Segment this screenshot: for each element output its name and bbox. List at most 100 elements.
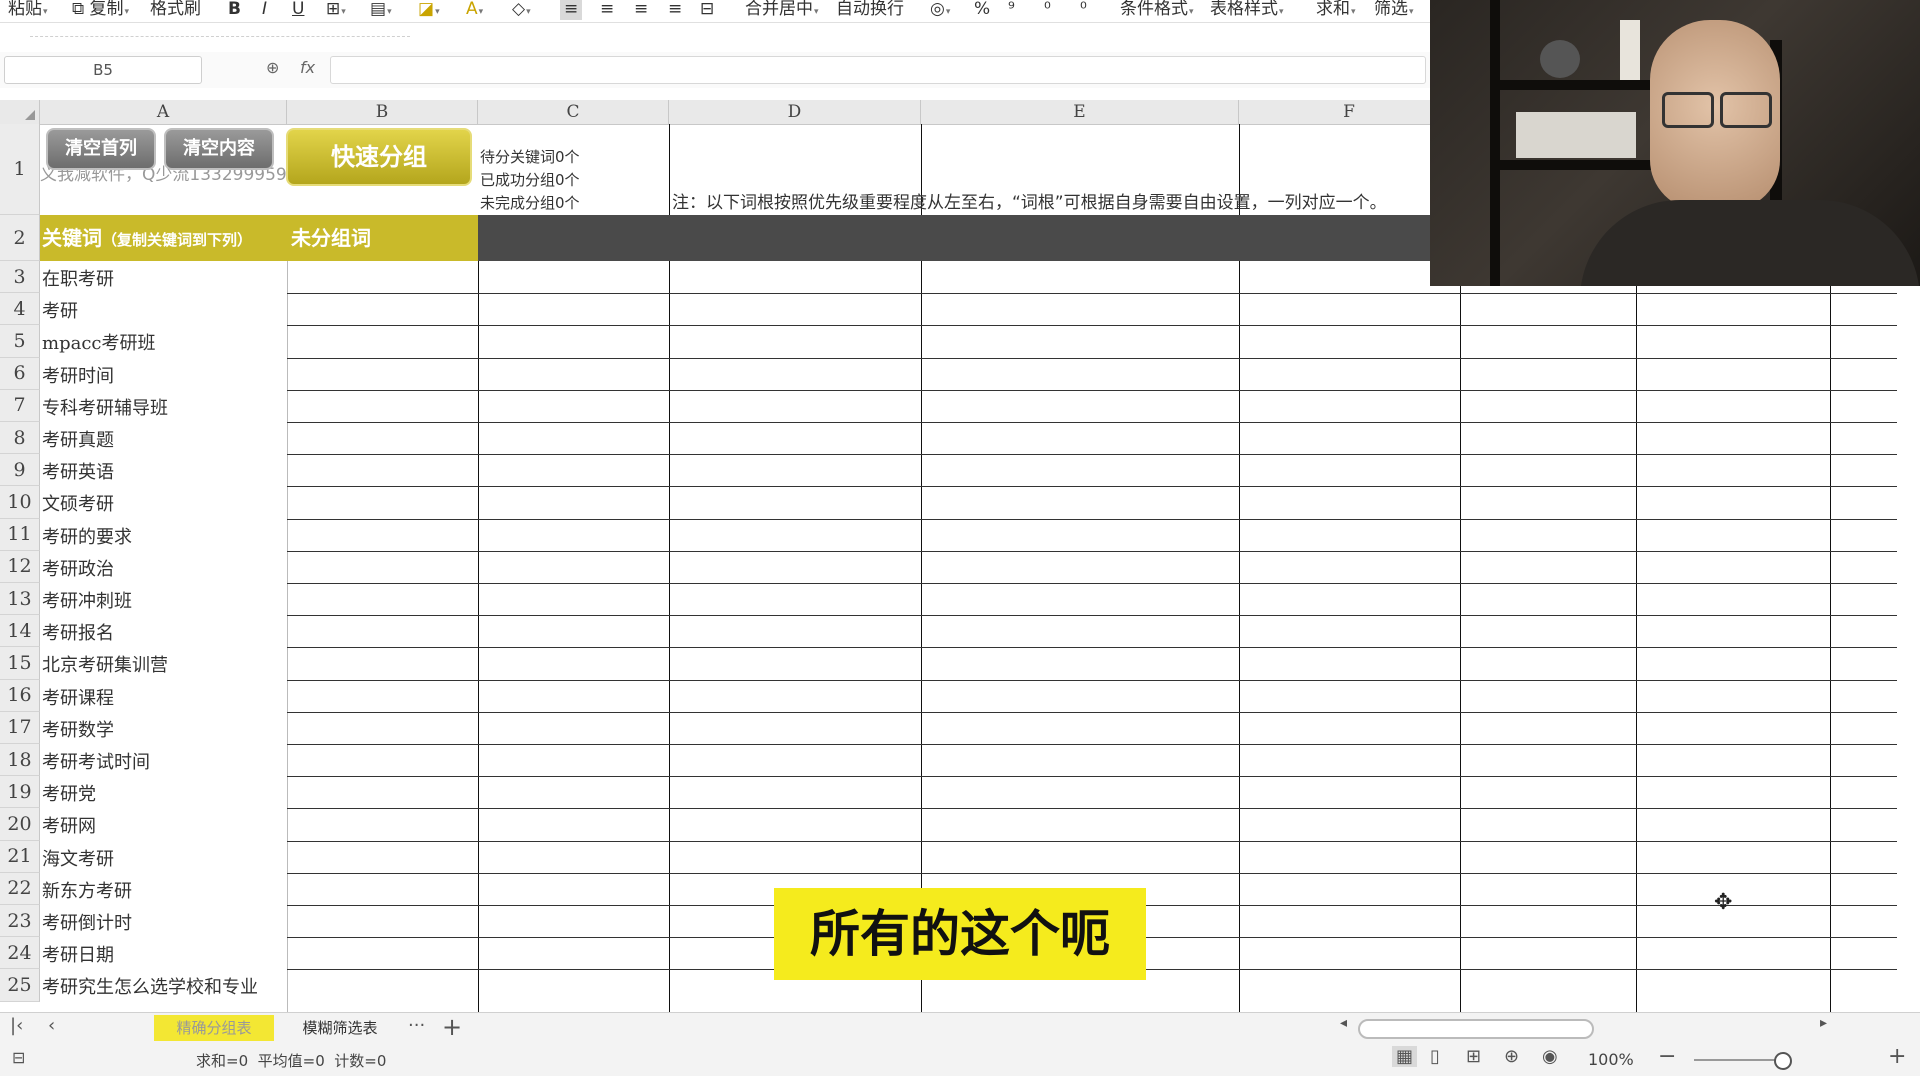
formula-input[interactable]	[330, 56, 1426, 84]
keyword-cell[interactable]: 考研报名	[42, 619, 114, 645]
horizontal-scrollbar[interactable]	[1358, 1019, 1594, 1039]
comma-icon[interactable]: ⁹	[1008, 0, 1015, 20]
row-header[interactable]: 2	[0, 215, 40, 261]
keyword-cell[interactable]: 文硕考研	[42, 490, 114, 516]
underline-icon[interactable]: U	[292, 0, 304, 20]
row-header[interactable]: 11	[0, 518, 40, 551]
row-header[interactable]: 12	[0, 550, 40, 583]
row-header[interactable]: 19	[0, 776, 40, 809]
align-center-icon[interactable]: ≡	[600, 0, 614, 20]
row-header[interactable]: 9	[0, 454, 40, 487]
reading-mode-icon[interactable]: ⊕	[1504, 1046, 1519, 1067]
tab-fuzzy-filter[interactable]: 模糊筛选表	[284, 1015, 396, 1041]
increase-decimal-icon[interactable]: ⁰	[1044, 0, 1051, 20]
keyword-cell[interactable]: 考研倒计时	[42, 909, 132, 935]
keyword-cell[interactable]: 考研的要求	[42, 523, 132, 549]
macro-icon[interactable]: ⊟	[12, 1048, 25, 1067]
zoom-slider-thumb[interactable]	[1774, 1052, 1792, 1070]
prev-sheet-icon[interactable]: ‹	[48, 1015, 55, 1036]
keyword-cell[interactable]: 考研英语	[42, 458, 114, 484]
select-all-corner[interactable]	[0, 100, 40, 124]
font-color-icon[interactable]: A▾	[466, 0, 483, 20]
row-header[interactable]: 13	[0, 583, 40, 616]
row-header[interactable]: 18	[0, 744, 40, 777]
keyword-cell[interactable]: 考研真题	[42, 426, 114, 452]
align-left-icon[interactable]: ≡	[560, 0, 583, 20]
add-sheet-icon[interactable]: +	[442, 1013, 462, 1041]
keyword-cell[interactable]: 专科考研辅导班	[42, 394, 168, 420]
align-right-icon[interactable]: ≡	[634, 0, 648, 20]
clear-icon[interactable]: ◇▾	[512, 0, 531, 20]
fill-color-icon[interactable]: ◪▾	[418, 0, 440, 20]
row-header[interactable]: 15	[0, 647, 40, 680]
keyword-cell[interactable]: 北京考研集训营	[42, 651, 168, 677]
column-header-b[interactable]: B	[287, 100, 478, 124]
keyword-cell[interactable]: 考研党	[42, 780, 96, 806]
zoom-slider-track[interactable]	[1694, 1059, 1784, 1061]
normal-view-icon[interactable]: ▦	[1392, 1046, 1418, 1067]
column-header-d[interactable]: D	[669, 100, 921, 124]
row-header[interactable]: 23	[0, 905, 40, 938]
scroll-right-icon[interactable]: ▸	[1820, 1015, 1827, 1031]
row-header[interactable]: 20	[0, 808, 40, 841]
fx-icon[interactable]: fx	[300, 58, 315, 77]
sum-button[interactable]: 求和▾	[1316, 0, 1356, 20]
row-header[interactable]: 5	[0, 325, 40, 358]
distribute-icon[interactable]: ⊟	[700, 0, 714, 20]
row-header[interactable]: 14	[0, 615, 40, 648]
keyword-cell[interactable]: 考研	[42, 297, 78, 323]
merge-center-button[interactable]: 合并居中▾	[745, 0, 819, 20]
ungrouped-header[interactable]: 未分组词	[287, 215, 478, 261]
percent-icon[interactable]: %	[974, 0, 990, 20]
keyword-cell[interactable]: 考研网	[42, 812, 96, 838]
keyword-cell[interactable]: 考研时间	[42, 362, 114, 388]
keyword-header[interactable]: 关键词（复制关键词到下列）	[40, 215, 287, 261]
zoom-out-icon[interactable]: −	[1658, 1044, 1676, 1069]
first-sheet-icon[interactable]: |‹	[10, 1015, 23, 1036]
copy-button[interactable]: ⧉ 复制▾	[72, 0, 129, 20]
row-header[interactable]: 3	[0, 261, 40, 294]
keyword-cell[interactable]: 新东方考研	[42, 877, 132, 903]
keyword-cell[interactable]: 考研冲刺班	[42, 587, 132, 613]
currency-icon[interactable]: ◎▾	[930, 0, 950, 20]
page-layout-icon[interactable]: ▯	[1430, 1046, 1440, 1067]
name-box[interactable]: B5	[4, 56, 202, 84]
row-header[interactable]: 7	[0, 389, 40, 422]
row-header[interactable]: 8	[0, 422, 40, 455]
row-header[interactable]: 16	[0, 679, 40, 712]
decrease-decimal-icon[interactable]: ⁰	[1080, 0, 1087, 20]
row-header[interactable]: 24	[0, 937, 40, 970]
row-header[interactable]: 1	[0, 124, 40, 215]
row-header[interactable]: 22	[0, 872, 40, 905]
clear-content-button[interactable]: 清空内容	[164, 128, 274, 170]
keyword-cell[interactable]: 考研政治	[42, 555, 114, 581]
keyword-cell[interactable]: 考研考试时间	[42, 748, 150, 774]
clear-first-column-button[interactable]: 清空首列	[46, 128, 156, 170]
tab-exact-group[interactable]: 精确分组表	[154, 1015, 274, 1041]
zoom-formula-icon[interactable]: ⊕	[266, 58, 279, 77]
bold-icon[interactable]: B	[228, 0, 241, 20]
paste-button[interactable]: 粘贴▾	[8, 0, 48, 20]
more-sheets-icon[interactable]: ···	[408, 1015, 425, 1036]
keyword-cell[interactable]: 海文考研	[42, 845, 114, 871]
scroll-left-icon[interactable]: ◂	[1340, 1015, 1347, 1031]
row-header[interactable]: 4	[0, 293, 40, 326]
conditional-format-button[interactable]: 条件格式▾	[1120, 0, 1194, 20]
keyword-cell[interactable]: 考研日期	[42, 941, 114, 967]
keyword-cell[interactable]: 在职考研	[42, 265, 114, 291]
column-header-a[interactable]: A	[40, 100, 287, 124]
row-header[interactable]: 6	[0, 357, 40, 390]
wrap-text-button[interactable]: 自动换行	[836, 0, 904, 20]
column-header-f[interactable]: F	[1239, 100, 1460, 124]
row-header[interactable]: 21	[0, 840, 40, 873]
table-style-button[interactable]: 表格样式▾	[1210, 0, 1284, 20]
italic-icon[interactable]: I	[262, 0, 267, 20]
justify-icon[interactable]: ≡	[668, 0, 682, 20]
keyword-cell[interactable]: 考研究生怎么选学校和专业	[42, 973, 258, 999]
border-icon[interactable]: ⊞▾	[326, 0, 346, 20]
eye-protection-icon[interactable]: ◉	[1542, 1046, 1558, 1067]
page-break-icon[interactable]: ⊞	[1466, 1046, 1481, 1067]
column-header-c[interactable]: C	[478, 100, 669, 124]
quick-group-button[interactable]: 快速分组	[286, 128, 472, 186]
keyword-cell[interactable]: 考研数学	[42, 716, 114, 742]
